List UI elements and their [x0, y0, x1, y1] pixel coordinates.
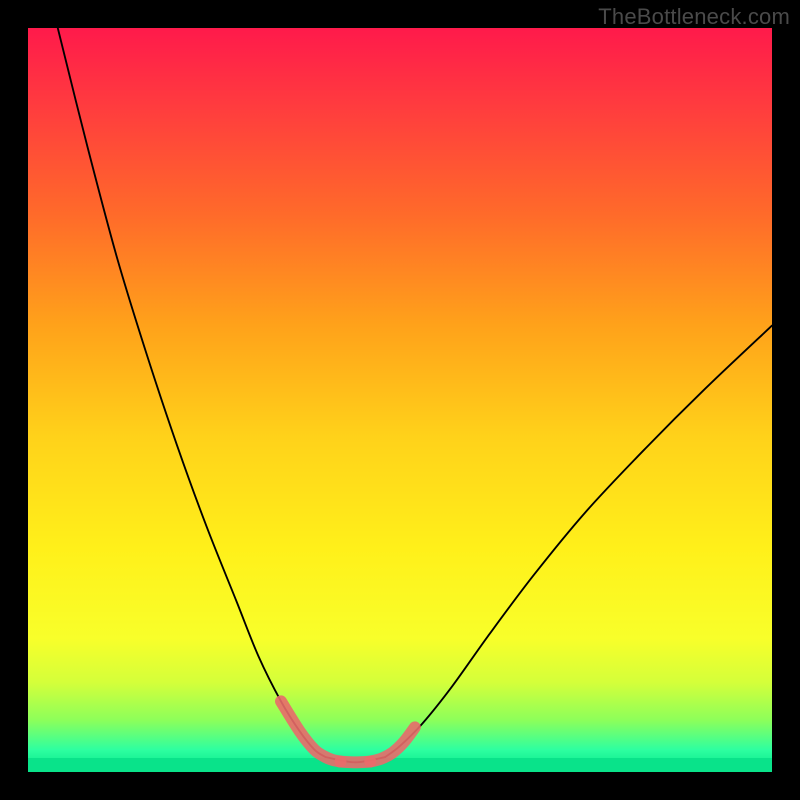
series-highlight-right-overlay: [370, 727, 415, 761]
curves-svg: [28, 28, 772, 772]
series-curve-right: [385, 326, 772, 758]
chart-frame: TheBottleneck.com: [0, 0, 800, 800]
series-curve-left: [58, 28, 326, 757]
watermark-text: TheBottleneck.com: [598, 4, 790, 30]
series-highlight-left-overlay: [281, 701, 341, 761]
plot-area: [28, 28, 772, 772]
